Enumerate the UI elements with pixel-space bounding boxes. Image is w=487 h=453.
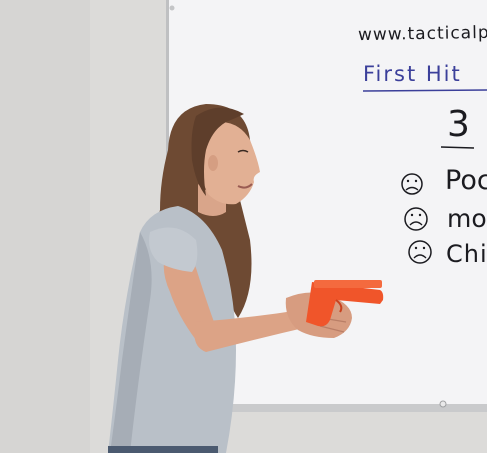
whiteboard-number: 3 bbox=[447, 104, 470, 145]
number-underline bbox=[440, 146, 475, 149]
whiteboard-screw bbox=[169, 5, 175, 11]
whiteboard-list-item-3: Chic bbox=[446, 240, 487, 268]
whiteboard-tray bbox=[225, 404, 487, 412]
heading-underline bbox=[362, 89, 487, 92]
whiteboard-list-item-1: Poc bbox=[445, 165, 487, 196]
whiteboard-list-item-2: mot bbox=[447, 204, 487, 233]
whiteboard-magnet bbox=[439, 400, 447, 408]
jeans bbox=[108, 446, 218, 453]
whiteboard-url-text: www.tacticalp bbox=[357, 22, 487, 46]
wall-shadow bbox=[0, 0, 90, 453]
ear bbox=[208, 155, 218, 171]
whiteboard-heading: First Hit bbox=[363, 62, 462, 86]
